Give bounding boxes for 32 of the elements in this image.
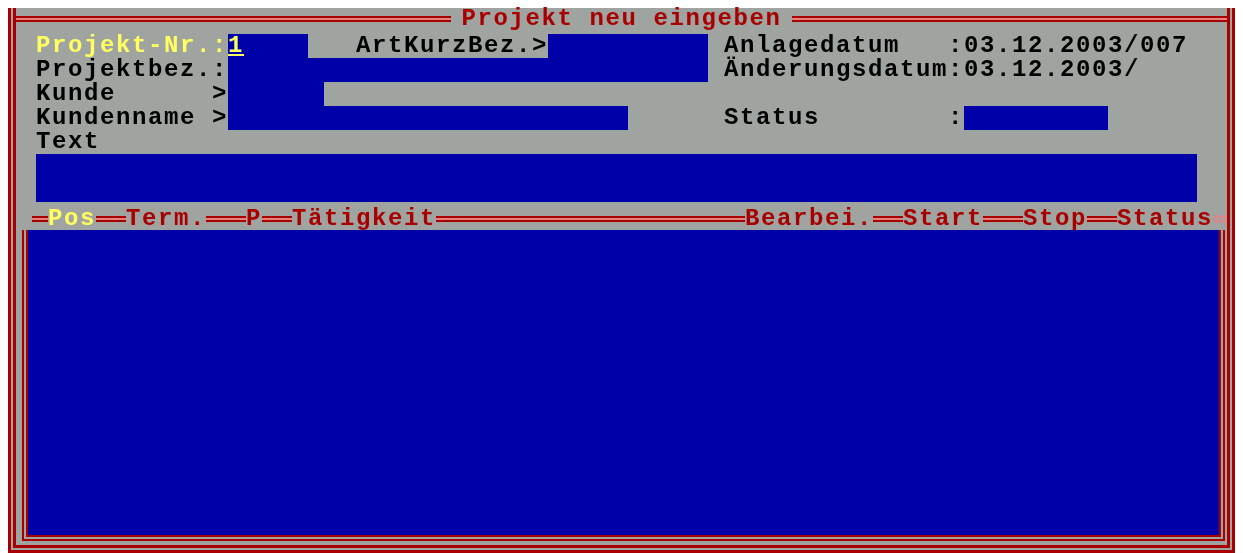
column-header[interactable]: Stop	[1022, 207, 1087, 231]
column-header[interactable]: Term.	[126, 207, 207, 231]
field-label: Projekt-Nr.:	[36, 34, 229, 58]
field-label: ArtKurzBez.>	[356, 34, 549, 58]
field-label: Kundenname	[36, 106, 198, 130]
field-value: 03.12.2003/	[964, 58, 1141, 82]
field-label: Text	[36, 130, 100, 154]
field-label: Kunde	[36, 82, 116, 106]
field-value: 03.12.2003/007	[964, 34, 1189, 58]
separator: :	[948, 58, 964, 82]
column-header[interactable]: Tätigkeit	[292, 207, 437, 231]
text-field[interactable]	[36, 154, 1197, 202]
field-label: Projektbez.:	[36, 58, 228, 82]
column-header[interactable]: Pos	[48, 207, 96, 231]
input-field[interactable]	[228, 58, 708, 82]
input-field[interactable]	[548, 34, 709, 58]
column-header[interactable]: Start	[902, 207, 983, 231]
column-header[interactable]: P	[246, 207, 263, 231]
input-field[interactable]	[228, 106, 628, 130]
column-header[interactable]: Bearbei.	[744, 207, 873, 231]
scroll-mark-icon	[1213, 214, 1227, 224]
input-field[interactable]: 1	[228, 34, 309, 58]
input-field[interactable]	[964, 106, 1108, 130]
lookup-marker: >	[212, 82, 228, 106]
separator: :	[948, 106, 964, 130]
lookup-marker: >	[212, 106, 228, 130]
window-title: Projekt neu eingeben	[460, 7, 783, 31]
field-label: Änderungsdatum	[724, 58, 948, 82]
field-label: Status	[724, 106, 821, 130]
column-header[interactable]: Status	[1117, 207, 1213, 231]
field-label: Anlagedatum	[724, 34, 901, 58]
separator: :	[948, 34, 965, 58]
